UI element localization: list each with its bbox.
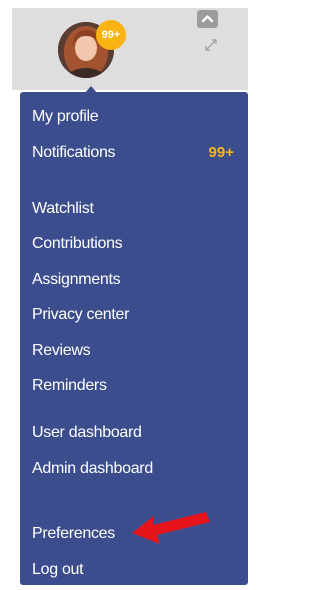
- menu-item-label: Reviews: [32, 342, 91, 359]
- menu-item-label: Reminders: [32, 377, 107, 394]
- menu-item-privacy-center[interactable]: Privacy center: [32, 303, 238, 327]
- menu-item-label: Log out: [32, 561, 84, 578]
- menu-item-label: Preferences: [32, 525, 115, 542]
- chevron-up-icon: [201, 15, 214, 23]
- menu-item-watchlist[interactable]: Watchlist: [32, 197, 238, 221]
- menu-item-my-profile[interactable]: My profile: [32, 105, 238, 129]
- red-arrow-icon: [132, 512, 210, 544]
- menu-item-notifications[interactable]: Notifications 99+: [32, 141, 238, 165]
- menu-item-reviews[interactable]: Reviews: [32, 339, 238, 363]
- menu-item-label: Assignments: [32, 271, 121, 288]
- user-header-bar: 99+: [12, 8, 248, 90]
- menu-item-label: Watchlist: [32, 200, 94, 217]
- menu-item-assignments[interactable]: Assignments: [32, 268, 238, 292]
- menu-item-label: Privacy center: [32, 306, 130, 323]
- menu-item-reminders[interactable]: Reminders: [32, 374, 238, 398]
- menu-item-user-dashboard[interactable]: User dashboard: [32, 421, 238, 445]
- menu-item-contributions[interactable]: Contributions: [32, 232, 238, 256]
- menu-item-label: User dashboard: [32, 424, 142, 441]
- menu-item-label: Notifications: [32, 144, 116, 161]
- menu-item-label: Contributions: [32, 235, 123, 252]
- menu-item-label: My profile: [32, 108, 99, 125]
- notification-badge[interactable]: 99+: [96, 20, 126, 50]
- notifications-count: 99+: [208, 144, 234, 161]
- expand-arrows-icon[interactable]: [202, 36, 220, 54]
- menu-item-log-out[interactable]: Log out: [32, 558, 238, 582]
- collapse-button[interactable]: [197, 10, 218, 28]
- menu-item-admin-dashboard[interactable]: Admin dashboard: [32, 457, 238, 481]
- menu-item-label: Admin dashboard: [32, 460, 153, 477]
